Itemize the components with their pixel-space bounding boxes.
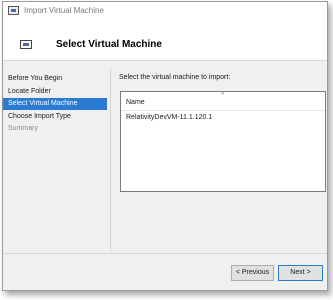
nav-divider [110,68,111,252]
wizard-steps-nav: Before You Begin Locate Folder Select Vi… [3,73,107,136]
virtual-machine-icon [20,40,32,49]
window-title: Import Virtual Machine [24,6,104,15]
import-vm-dialog: Import Virtual Machine Select Virtual Ma… [2,1,328,291]
list-header[interactable]: Name ^ [121,92,325,111]
nav-item-locate-folder[interactable]: Locate Folder [3,86,107,98]
vm-list[interactable]: Name ^ RelativityDevVM-11.1.120.1 [120,91,326,192]
nav-item-select-virtual-machine[interactable]: Select Virtual Machine [3,98,107,110]
wizard-header: Select Virtual Machine [3,19,327,61]
list-item[interactable]: RelativityDevVM-11.1.120.1 [121,111,325,125]
main-content: Select the virtual machine to import: Na… [119,74,327,192]
page-title: Select Virtual Machine [56,39,162,50]
nav-item-summary: Summary [8,125,38,132]
nav-item-before-you-begin[interactable]: Before You Begin [3,73,107,85]
nav-item-choose-import-type[interactable]: Choose Import Type [3,111,107,123]
previous-button[interactable]: < Previous [231,265,274,281]
next-button[interactable]: Next > [278,265,323,281]
select-vm-prompt: Select the virtual machine to import: [119,74,231,81]
window-icon [8,6,19,15]
footer-divider [3,253,327,254]
sort-ascending-icon: ^ [221,92,225,99]
column-header-name[interactable]: Name [126,99,145,106]
title-bar: Import Virtual Machine [3,2,327,19]
